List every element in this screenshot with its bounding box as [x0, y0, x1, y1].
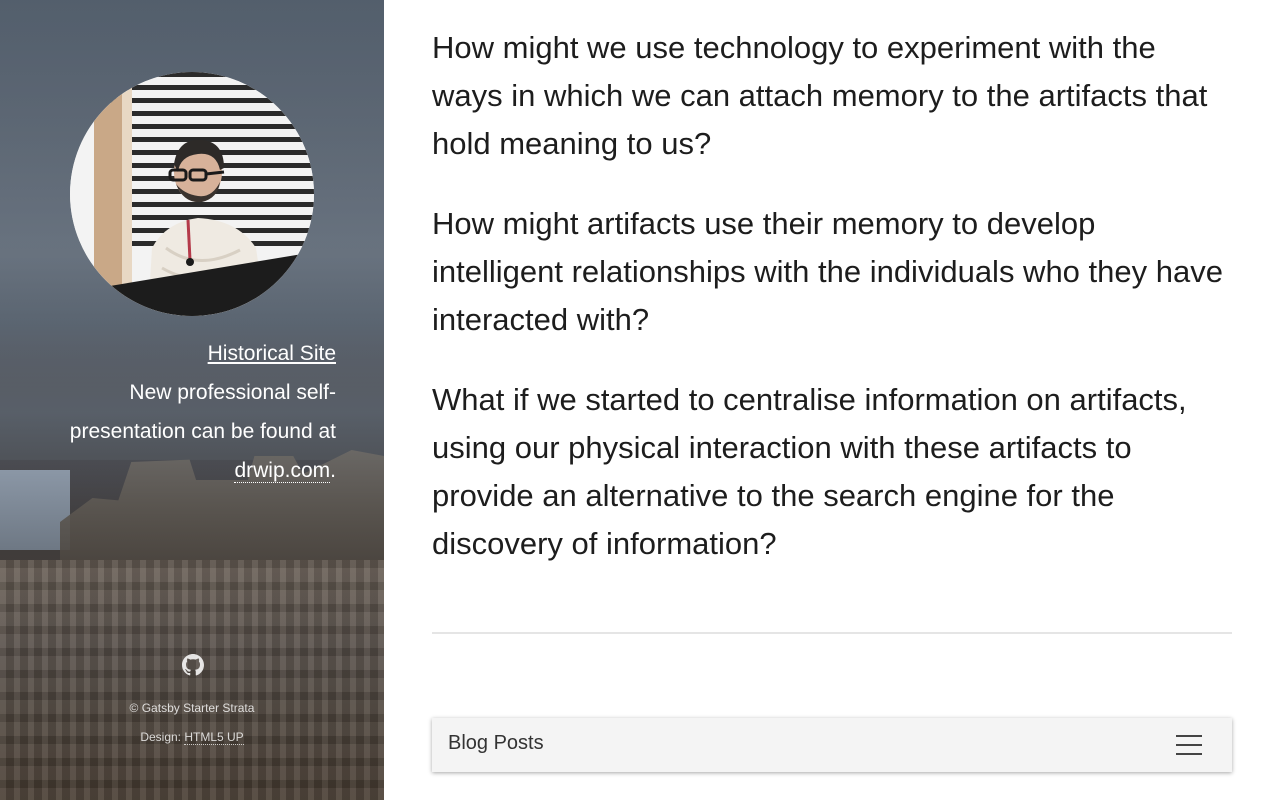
footer-copyright: © Gatsby Starter Strata — [129, 701, 255, 715]
avatar — [70, 72, 314, 316]
historical-site-link[interactable]: Historical Site — [36, 334, 336, 373]
drwip-link[interactable]: drwip.com — [234, 459, 331, 483]
sidebar-intro: Historical Site New professional self-pr… — [36, 334, 336, 490]
intro-period: . — [330, 459, 336, 482]
intro-text: New professional self-presentation can b… — [69, 381, 336, 443]
blog-posts-label: Blog Posts — [448, 732, 544, 754]
section-divider — [432, 632, 1232, 634]
footer-design: Design: HTML5 UP — [0, 730, 384, 745]
background-rooftops — [0, 560, 384, 800]
footer-design-prefix: Design: — [140, 730, 181, 744]
sidebar: Historical Site New professional self-pr… — [0, 0, 384, 800]
blog-posts-bar[interactable]: Blog Posts — [432, 718, 1232, 772]
paragraph-2: How might artifacts use their memory to … — [432, 206, 1223, 337]
github-icon[interactable] — [182, 654, 204, 676]
paragraph-1: How might we use technology to experimen… — [432, 30, 1208, 161]
hamburger-menu-icon[interactable] — [1176, 735, 1202, 755]
paragraph-3: What if we started to centralise informa… — [432, 382, 1187, 561]
main-content: How might we use technology to experimen… — [432, 24, 1232, 600]
html5up-link[interactable]: HTML5 UP — [184, 730, 244, 745]
